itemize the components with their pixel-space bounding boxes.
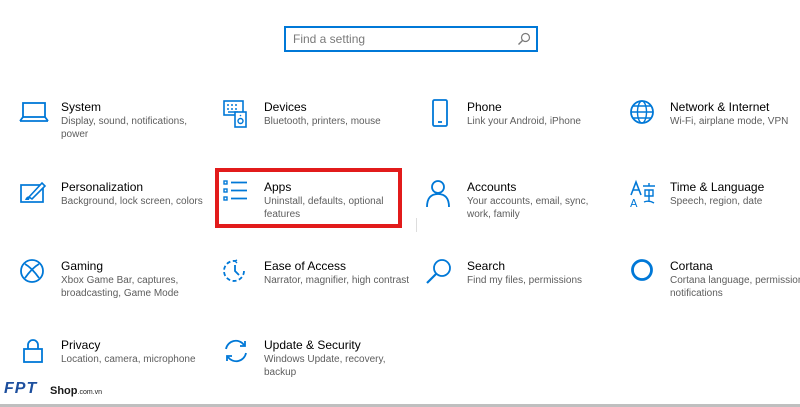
- tile-desc: Link your Android, iPhone: [467, 116, 581, 127]
- tile-phone[interactable]: Phone Link your Android, iPhone: [426, 99, 616, 160]
- search-input[interactable]: Find a setting: [284, 26, 538, 52]
- tile-time-language[interactable]: A Time & Language Speech, region, date: [629, 179, 800, 240]
- keyboard-speaker-icon: [223, 100, 247, 128]
- fptshop-logo: FPT Shop.com.vn: [0, 378, 130, 404]
- tile-devices[interactable]: Devices Bluetooth, printers, mouse: [223, 100, 413, 160]
- tile-update-security[interactable]: Update & Security Windows Update, recove…: [223, 338, 413, 398]
- laptop-icon: [19, 102, 49, 122]
- ease-of-access-icon: [223, 259, 245, 282]
- tile-title: Network & Internet: [670, 100, 770, 114]
- tile-title: Cortana: [670, 259, 713, 273]
- tile-desc: Cortana language, permissions, notificat…: [670, 275, 800, 299]
- tile-network[interactable]: Network & Internet Wi-Fi, airplane mode,…: [629, 100, 800, 160]
- tile-desc: Display, sound, notifications, power: [61, 116, 187, 140]
- tile-desc: Your accounts, email, sync, work, family: [467, 196, 589, 220]
- tile-gaming[interactable]: Gaming Xbox Game Bar, captures, broadcas…: [20, 259, 210, 319]
- tile-desc: Speech, region, date: [670, 196, 763, 207]
- tile-desc: Background, lock screen, colors: [61, 196, 203, 207]
- tile-desc: Location, camera, microphone: [61, 354, 196, 365]
- tile-desc: Narrator, magnifier, high contrast: [264, 275, 410, 286]
- tile-desc: Find my files, permissions: [467, 275, 583, 286]
- search-icon: [518, 32, 531, 45]
- tile-personalization[interactable]: Personalization Background, lock screen,…: [20, 180, 210, 240]
- logo-shop: Shop.com.vn: [50, 385, 103, 397]
- paintbrush-icon: [20, 181, 47, 203]
- tile-title: Devices: [264, 100, 307, 114]
- tile-desc: Windows Update, recovery, backup: [264, 354, 386, 378]
- tile-system[interactable]: System Display, sound, notifications, po…: [19, 100, 210, 160]
- person-icon: [426, 180, 450, 208]
- tile-ease-of-access[interactable]: Ease of Access Narrator, magnifier, high…: [223, 259, 413, 319]
- tile-title: Update & Security: [264, 338, 361, 352]
- sync-arrows-icon: [225, 339, 247, 363]
- tile-accounts[interactable]: Accounts Your accounts, email, sync, wor…: [426, 180, 616, 240]
- logo-brand: FPT: [4, 380, 38, 397]
- cortana-icon: [631, 259, 653, 281]
- tile-desc: Bluetooth, printers, mouse: [264, 116, 381, 127]
- tile-title: Gaming: [61, 259, 104, 273]
- tile-title: Search: [467, 259, 506, 273]
- xbox-icon: [20, 259, 44, 283]
- tile-title: Time & Language: [670, 180, 765, 194]
- search-placeholder: Find a setting: [293, 32, 366, 46]
- tile-desc: Xbox Game Bar, captures, broadcasting, G…: [61, 275, 179, 299]
- tile-cortana[interactable]: Cortana Cortana language, permissions, n…: [629, 259, 800, 319]
- tile-title: Privacy: [61, 338, 101, 352]
- tile-title: Personalization: [61, 180, 144, 194]
- tile-title: Ease of Access: [264, 259, 347, 273]
- phone-icon: [432, 99, 448, 127]
- time-language-icon: A: [630, 179, 655, 210]
- tile-search[interactable]: Search Find my files, permissions: [426, 259, 616, 319]
- tile-desc: Wi-Fi, airplane mode, VPN: [670, 116, 789, 127]
- divider: [416, 218, 417, 232]
- tile-title: Phone: [467, 100, 502, 114]
- magnifier-icon: [426, 259, 451, 284]
- svg-text:A: A: [630, 197, 638, 210]
- apps-highlight-box: [215, 168, 402, 228]
- tile-title: Accounts: [467, 180, 517, 194]
- globe-icon: [630, 100, 654, 124]
- lock-icon: [23, 339, 43, 363]
- tile-title: System: [61, 100, 102, 114]
